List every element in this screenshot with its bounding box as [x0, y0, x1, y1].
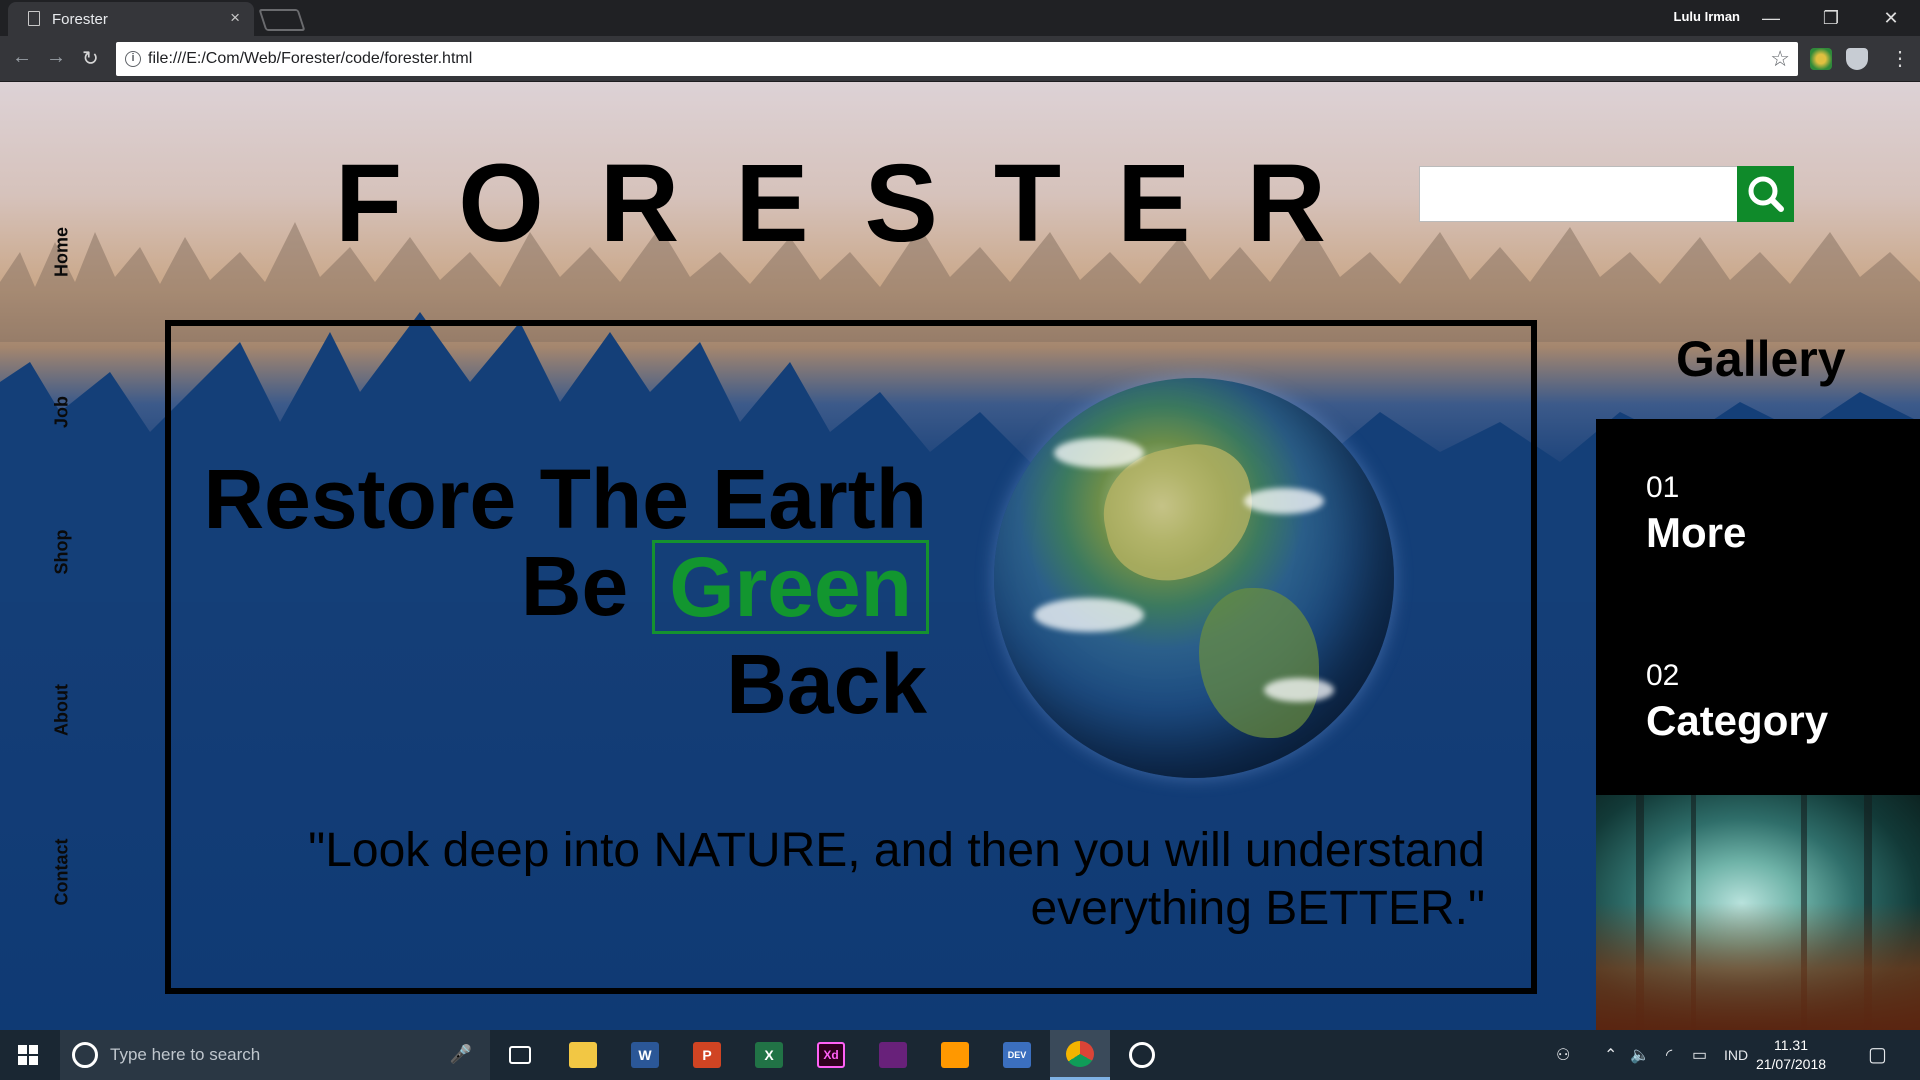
earth-cloud [1034, 598, 1144, 632]
dev-cpp-icon: DEV [1003, 1042, 1031, 1068]
nav-shop-label[interactable]: Shop [52, 530, 73, 575]
battery-icon[interactable]: ▭ [1692, 1045, 1707, 1065]
minimize-button[interactable]: — [1744, 3, 1798, 33]
info-icon[interactable]: i [125, 51, 141, 67]
dev-cpp-app[interactable]: DEV [987, 1030, 1047, 1080]
nav-contact[interactable]: Contact [42, 812, 82, 932]
hero-section: Restore The Earth Be Green Back "Look de… [165, 320, 1537, 994]
visual-studio-icon [879, 1042, 907, 1068]
shield-extension-icon[interactable] [1846, 48, 1868, 70]
clock-date: 21/07/2018 [1755, 1056, 1827, 1072]
nav-job[interactable]: Job [42, 352, 82, 472]
nav-job-label[interactable]: Job [52, 396, 73, 428]
volume-icon[interactable]: 🔈 [1630, 1045, 1650, 1065]
autumn-leaves [1596, 903, 1920, 1030]
gallery-panel: 01 More 02 Category [1596, 419, 1920, 795]
adobe-xd-icon: Xd [817, 1042, 845, 1068]
search-input[interactable] [1419, 166, 1739, 222]
search-form [1419, 166, 1795, 222]
clock[interactable]: 11.31 21/07/2018 [1748, 1036, 1834, 1074]
chrome-icon [1066, 1040, 1094, 1067]
word-icon: W [631, 1042, 659, 1068]
gallery-item-label: Category [1646, 697, 1829, 744]
gallery-item-number: 01 [1646, 471, 1680, 504]
windows-taskbar: Type here to search 🎤 W P X Xd DEV ⚇ ⌃ 🔈… [0, 1030, 1920, 1080]
hero-headline-line2: Be Green [521, 538, 929, 635]
word-app[interactable]: W [615, 1030, 675, 1080]
people-icon[interactable]: ⚇ [1556, 1045, 1570, 1065]
groove-icon [1129, 1042, 1155, 1068]
file-explorer-app[interactable] [553, 1030, 613, 1080]
address-bar[interactable]: i file:///E:/Com/Web/Forester/code/fores… [116, 42, 1798, 76]
excel-app[interactable]: X [739, 1030, 799, 1080]
excel-icon: X [755, 1042, 783, 1068]
nav-about-label[interactable]: About [52, 684, 73, 736]
sublime-text-icon [941, 1042, 969, 1068]
search-button[interactable] [1737, 166, 1794, 222]
folder-icon [569, 1042, 597, 1068]
gallery-item-number: 02 [1646, 659, 1680, 692]
chevron-up-icon[interactable]: ⌃ [1604, 1045, 1617, 1065]
taskbar-search[interactable]: Type here to search 🎤 [60, 1030, 490, 1080]
chrome-app[interactable] [1050, 1030, 1110, 1080]
profile-name[interactable]: Lulu Irman [1674, 9, 1740, 24]
powerpoint-app[interactable]: P [677, 1030, 737, 1080]
groove-app[interactable] [1112, 1030, 1172, 1080]
gallery-item-category[interactable]: 02 Category [1646, 659, 1828, 745]
forester-page: Home Job Shop About Contact FORESTER Res… [0, 82, 1920, 1030]
close-window-button[interactable]: ✕ [1864, 3, 1918, 33]
clock-time: 11.31 [1774, 1037, 1808, 1053]
nav-about[interactable]: About [42, 650, 82, 770]
site-logo: FORESTER [335, 142, 1382, 265]
cortana-icon[interactable] [72, 1042, 98, 1068]
sublime-text-app[interactable] [925, 1030, 985, 1080]
gallery-item-label: More [1646, 509, 1747, 556]
hero-headline-line3: Back [726, 637, 927, 731]
page-icon [28, 11, 40, 26]
hero-be-text: Be [520, 539, 629, 633]
reload-button[interactable]: ↻ [82, 46, 99, 71]
action-center-icon[interactable]: ▢ [1868, 1042, 1887, 1067]
microphone-icon[interactable]: 🎤 [450, 1044, 472, 1065]
powerpoint-icon: P [693, 1042, 721, 1068]
wifi-icon[interactable]: ◜ [1666, 1045, 1672, 1065]
nature-quote: "Look deep into NATURE, and then you wil… [308, 824, 1485, 935]
url-text[interactable]: file:///E:/Com/Web/Forester/code/foreste… [148, 50, 472, 68]
nav-contact-label[interactable]: Contact [52, 839, 73, 906]
earth-cloud [1264, 678, 1334, 702]
browser-menu-icon[interactable]: ⋮ [1890, 46, 1910, 71]
visual-studio-app[interactable] [863, 1030, 923, 1080]
windows-start-icon[interactable] [18, 1045, 38, 1065]
nav-home[interactable]: Home [42, 192, 82, 312]
task-view-button[interactable] [490, 1030, 550, 1080]
back-button[interactable]: ← [12, 46, 32, 69]
extension-icon[interactable] [1810, 48, 1832, 70]
tab-title: Forester [52, 11, 108, 28]
earth-landmass [1199, 588, 1319, 738]
hero-headline-line1: Restore The Earth [203, 452, 927, 546]
browser-titlebar: Forester × Lulu Irman — ❐ ✕ [0, 0, 1920, 36]
gallery-title: Gallery [1676, 331, 1846, 387]
restore-button[interactable]: ❐ [1804, 3, 1858, 33]
nav-home-label[interactable]: Home [52, 227, 73, 277]
taskbar-search-placeholder: Type here to search [110, 1045, 261, 1064]
bookmark-star-icon[interactable]: ☆ [1770, 46, 1790, 72]
browser-tab[interactable]: Forester × [8, 2, 254, 36]
nav-shop[interactable]: Shop [42, 492, 82, 612]
earth-cloud [1244, 488, 1324, 514]
language-indicator[interactable]: IND [1724, 1047, 1748, 1063]
browser-toolbar: ← → ↻ i file:///E:/Com/Web/Forester/code… [0, 36, 1920, 82]
earth-image [994, 378, 1394, 778]
task-view-icon [509, 1046, 531, 1064]
adobe-xd-app[interactable]: Xd [801, 1030, 861, 1080]
forward-button[interactable]: → [46, 46, 66, 69]
search-icon [1748, 176, 1784, 212]
hero-green-highlight: Green [652, 539, 929, 634]
forest-photo [1596, 795, 1920, 1030]
new-tab-button[interactable] [258, 9, 306, 31]
tab-close-icon[interactable]: × [230, 8, 240, 28]
earth-cloud [1054, 438, 1144, 468]
gallery-item-more[interactable]: 01 More [1646, 471, 1746, 557]
